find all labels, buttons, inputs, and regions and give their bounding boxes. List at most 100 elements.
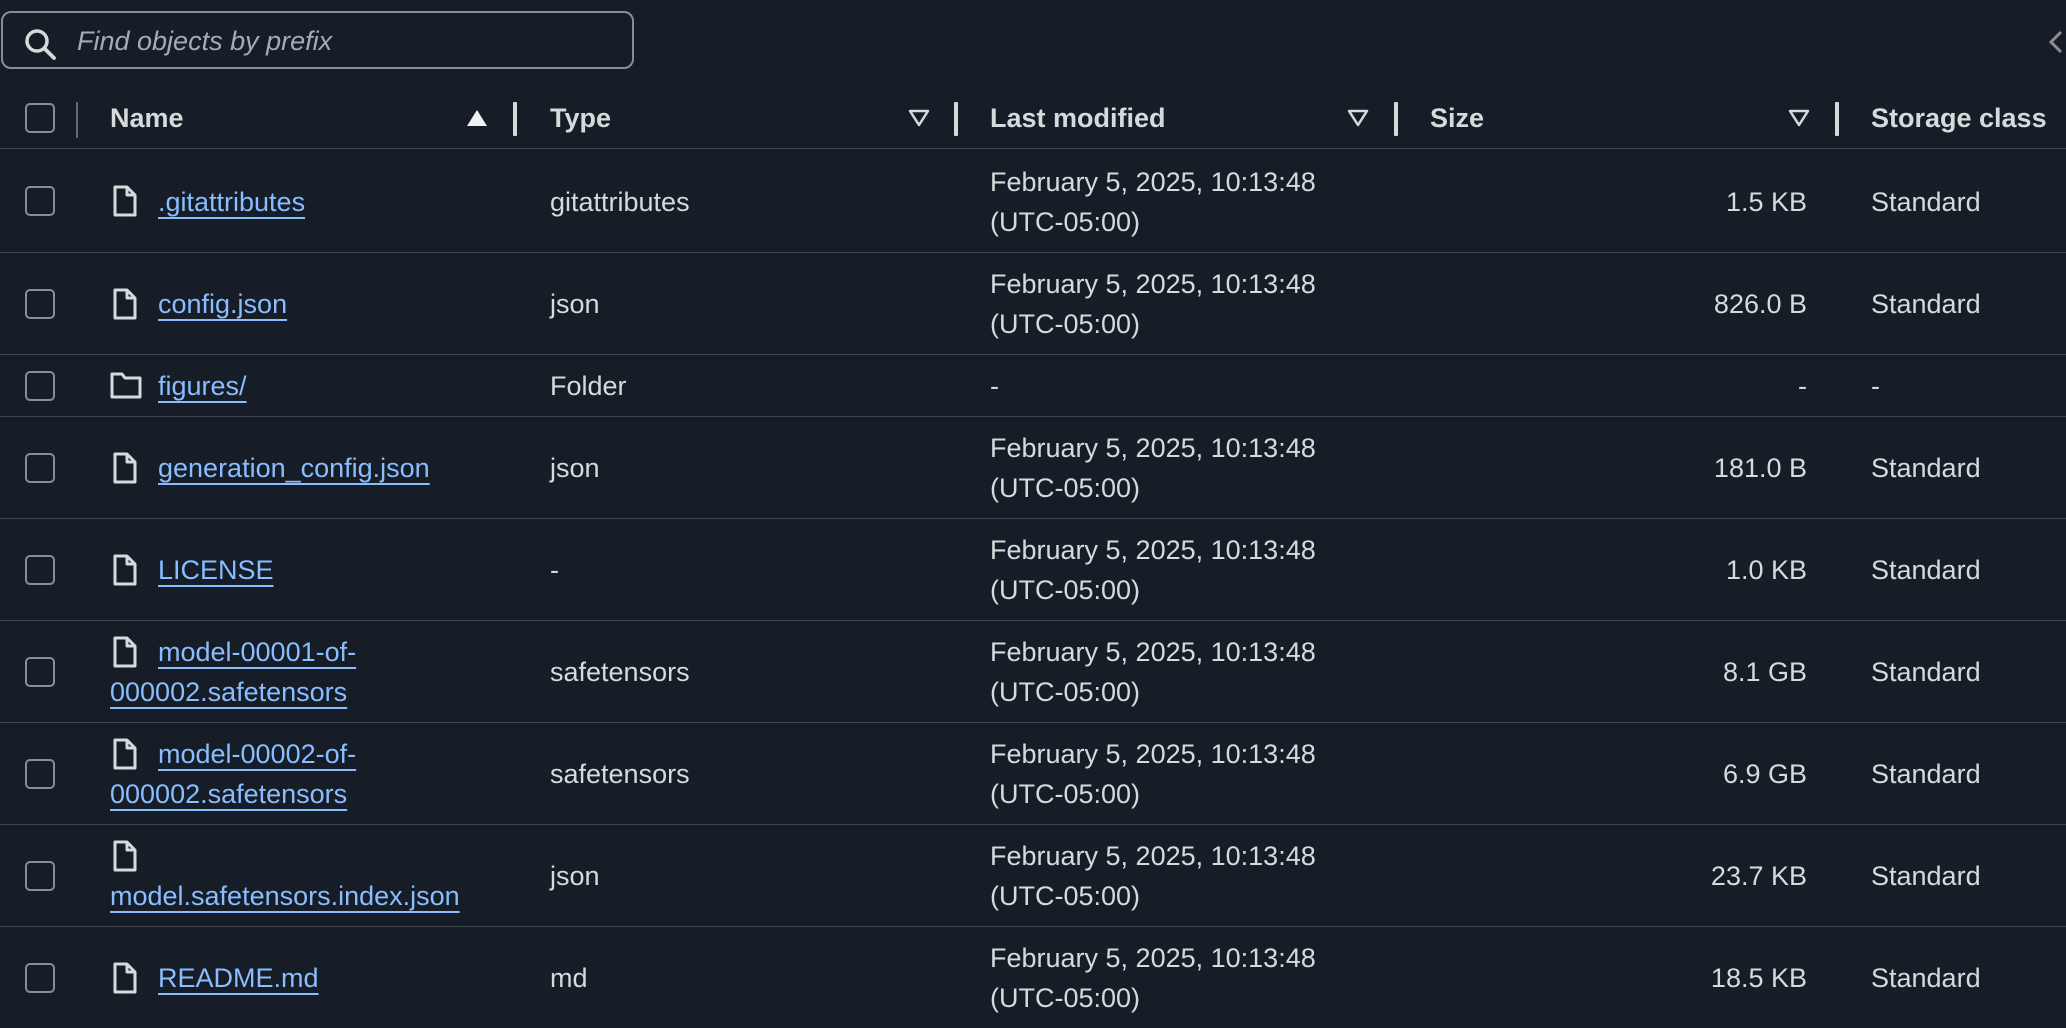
column-resize-handle[interactable] — [513, 102, 517, 136]
folder-name-link[interactable]: figures/ — [158, 366, 247, 406]
sort-ascending-icon[interactable] — [466, 108, 488, 128]
object-last-modified: February 5, 2025, 10:13:48 — [990, 739, 1316, 769]
row-checkbox[interactable] — [25, 963, 55, 993]
object-last-modified: February 5, 2025, 10:13:48 — [990, 637, 1316, 667]
object-name-link-continued[interactable]: 000002.safetensors — [110, 672, 347, 712]
object-storage-class: Standard — [1871, 657, 1981, 687]
column-header-last-modified[interactable]: Last modified — [960, 88, 1400, 148]
search-input[interactable] — [75, 15, 619, 67]
search-icon — [25, 29, 56, 60]
object-name-link[interactable]: .gitattributes — [158, 182, 305, 222]
object-last-modified-tz: (UTC-05:00) — [990, 207, 1141, 237]
column-resize-handle[interactable] — [954, 102, 958, 136]
object-name-link[interactable]: model-00001-of- — [158, 632, 356, 672]
table-row[interactable]: config.json json February 5, 2025, 10:13… — [0, 253, 2066, 355]
object-size: 8.1 GB — [1722, 657, 1807, 687]
object-storage-class: Standard — [1871, 453, 1981, 483]
object-storage-class: Standard — [1871, 289, 1981, 319]
object-storage-class: Standard — [1871, 759, 1981, 789]
file-icon — [113, 288, 137, 320]
table-row[interactable]: generation_config.json json February 5, … — [0, 417, 2066, 519]
object-storage-class: Standard — [1871, 963, 1981, 993]
object-last-modified-tz: (UTC-05:00) — [990, 473, 1141, 503]
object-name-link[interactable]: model.safetensors.index.json — [110, 876, 460, 916]
object-storage-class: - — [1871, 371, 1880, 401]
table-row[interactable]: LICENSE - February 5, 2025, 10:13:48 (UT… — [0, 519, 2066, 621]
column-label-type: Type — [550, 103, 612, 133]
column-header-storage-class[interactable]: Storage class — [1840, 88, 2066, 148]
row-checkbox[interactable] — [25, 453, 55, 483]
column-header-type[interactable]: Type — [520, 88, 960, 148]
row-checkbox[interactable] — [25, 657, 55, 687]
table-row[interactable]: model-00001-of- 000002.safetensors safet… — [0, 621, 2066, 723]
table-row[interactable]: model-00002-of- 000002.safetensors safet… — [0, 723, 2066, 825]
object-last-modified: February 5, 2025, 10:13:48 — [990, 167, 1316, 197]
table-header: Name Type Last modified Size Storage cla… — [0, 88, 2066, 149]
table-row[interactable]: README.md md February 5, 2025, 10:13:48 … — [0, 927, 2066, 1028]
object-size: 6.9 GB — [1722, 759, 1807, 789]
row-checkbox[interactable] — [25, 759, 55, 789]
object-size: 23.7 KB — [1710, 861, 1807, 891]
column-label-last-modified: Last modified — [990, 103, 1166, 133]
table-row[interactable]: .gitattributes gitattributes February 5,… — [0, 149, 2066, 253]
object-size: 826.0 B — [1713, 289, 1807, 319]
object-name-link[interactable]: config.json — [158, 284, 287, 324]
object-storage-class: Standard — [1871, 555, 1981, 585]
object-last-modified: February 5, 2025, 10:13:48 — [990, 433, 1316, 463]
object-type: safetensors — [550, 759, 690, 789]
row-checkbox[interactable] — [25, 371, 55, 401]
object-last-modified-tz: (UTC-05:00) — [990, 677, 1141, 707]
object-last-modified-tz: (UTC-05:00) — [990, 575, 1141, 605]
row-checkbox[interactable] — [25, 186, 55, 216]
file-icon — [113, 962, 137, 994]
row-checkbox[interactable] — [25, 289, 55, 319]
object-type: json — [550, 861, 600, 891]
file-icon — [113, 636, 137, 668]
object-size: - — [1798, 371, 1807, 401]
object-last-modified-tz: (UTC-05:00) — [990, 779, 1141, 809]
object-storage-class: Standard — [1871, 861, 1981, 891]
object-last-modified: February 5, 2025, 10:13:48 — [990, 841, 1316, 871]
sort-icon[interactable] — [1788, 108, 1810, 128]
object-type: - — [550, 555, 559, 585]
object-name-link[interactable]: README.md — [158, 958, 319, 998]
folder-icon — [110, 372, 142, 399]
row-checkbox[interactable] — [25, 555, 55, 585]
file-icon — [113, 738, 137, 770]
object-last-modified-tz: (UTC-05:00) — [990, 881, 1141, 911]
object-type: md — [550, 963, 588, 993]
object-last-modified: February 5, 2025, 10:13:48 — [990, 535, 1316, 565]
column-label-storage-class: Storage class — [1871, 103, 2047, 133]
column-header-size[interactable]: Size — [1400, 88, 1840, 148]
chevron-left-icon[interactable] — [2045, 26, 2065, 58]
object-type: safetensors — [550, 657, 690, 687]
file-icon — [113, 554, 137, 586]
column-label-size: Size — [1430, 103, 1485, 133]
column-label-name: Name — [110, 103, 184, 133]
column-resize-handle[interactable] — [1835, 102, 1839, 136]
object-last-modified: February 5, 2025, 10:13:48 — [990, 269, 1316, 299]
object-last-modified-tz: (UTC-05:00) — [990, 983, 1141, 1013]
search-box[interactable] — [1, 11, 634, 69]
object-last-modified: February 5, 2025, 10:13:48 — [990, 943, 1316, 973]
object-name-link[interactable]: generation_config.json — [158, 448, 430, 488]
table-row[interactable]: model.safetensors.index.json json Februa… — [0, 825, 2066, 927]
sort-icon[interactable] — [1347, 108, 1369, 128]
object-storage-class: Standard — [1871, 187, 1981, 217]
sort-icon[interactable] — [908, 108, 930, 128]
object-name-link[interactable]: LICENSE — [158, 550, 274, 590]
object-size: 1.0 KB — [1725, 555, 1807, 585]
object-type: json — [550, 289, 600, 319]
object-type: json — [550, 453, 600, 483]
column-resize-handle[interactable] — [1394, 102, 1398, 136]
file-icon — [113, 185, 137, 217]
object-size: 1.5 KB — [1725, 187, 1807, 217]
object-name-link[interactable]: model-00002-of- — [158, 734, 356, 774]
object-last-modified-tz: (UTC-05:00) — [990, 309, 1141, 339]
table-row[interactable]: figures/ Folder - - - — [0, 355, 2066, 417]
row-checkbox[interactable] — [25, 861, 55, 891]
object-type: Folder — [550, 371, 627, 401]
object-name-link-continued[interactable]: 000002.safetensors — [110, 774, 347, 814]
column-header-name[interactable]: Name — [0, 88, 520, 148]
object-type: gitattributes — [550, 187, 690, 217]
